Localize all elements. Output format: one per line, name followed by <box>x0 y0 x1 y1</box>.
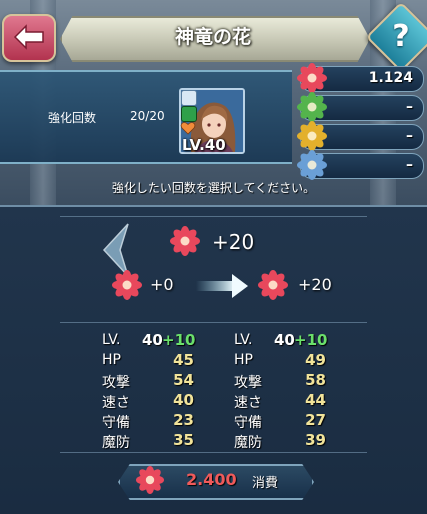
cost-amount: 2.400 <box>186 470 237 489</box>
dragonflower-red-icon <box>170 226 200 256</box>
divider <box>60 322 367 323</box>
enhance-count-value: 20/20 <box>130 109 165 123</box>
stat-value: 44 <box>305 391 326 409</box>
stat-label: 攻撃 <box>234 375 262 391</box>
stat-value: 58 <box>305 371 326 389</box>
cost-label: 消費 <box>252 476 279 491</box>
dragonflower-red-icon <box>136 466 164 494</box>
currency-row: – <box>300 153 424 179</box>
level-bonus: +10 <box>294 331 328 349</box>
stat-label: 守備 <box>102 415 130 431</box>
stat-value: 35 <box>173 431 194 449</box>
stat-label: 魔防 <box>102 435 130 451</box>
stat-value: 40 <box>173 391 194 409</box>
heart-icon <box>180 120 196 136</box>
currency-value: – <box>406 128 413 144</box>
dragonflower-red-icon <box>297 63 327 93</box>
page-title: 神竜の花 <box>174 26 251 48</box>
help-icon[interactable]: ? <box>376 12 426 62</box>
dragonflower-red-icon <box>258 270 288 300</box>
stat-label: 速さ <box>234 395 262 411</box>
stat-label: 攻撃 <box>102 375 130 391</box>
dragonflower-green-icon <box>297 92 327 122</box>
currency-row: 1.124 <box>300 66 424 92</box>
level-bonus: +10 <box>162 331 196 349</box>
dragonflower-gold-icon <box>297 121 327 151</box>
level-label: LV. <box>102 332 121 348</box>
stat-value: 39 <box>305 431 326 449</box>
unit-level: LV.40 <box>182 136 226 154</box>
back-button[interactable] <box>2 14 56 62</box>
stat-value: 27 <box>305 411 326 429</box>
instruction-text: 強化したい回数を選択してください。 <box>111 181 316 195</box>
divider <box>60 452 367 453</box>
stat-label: 守備 <box>234 415 262 431</box>
divider <box>60 216 367 217</box>
before-amount: +0 <box>150 275 174 294</box>
currency-value: – <box>406 157 413 173</box>
stat-value: 54 <box>173 371 194 389</box>
stat-label: 速さ <box>102 395 130 411</box>
dragonflower-blue-icon <box>297 150 327 180</box>
stat-value: 23 <box>173 411 194 429</box>
currency-value: – <box>406 99 413 115</box>
after-amount: +20 <box>298 275 332 294</box>
back-arrow-icon <box>13 24 44 50</box>
stat-label: HP <box>102 352 121 368</box>
arrow-right-icon <box>196 274 248 298</box>
enhance-count-label: 強化回数 <box>48 111 97 125</box>
stat-value: 49 <box>305 351 326 369</box>
currency-row: – <box>300 95 424 121</box>
level-value: 40 <box>274 331 295 349</box>
dragonflower-red-icon <box>112 270 142 300</box>
level-label: LV. <box>234 332 253 348</box>
stat-label: HP <box>234 352 253 368</box>
currency-row: – <box>300 124 424 150</box>
currency-value: 1.124 <box>368 70 413 86</box>
level-value: 40 <box>142 331 163 349</box>
stat-label: 魔防 <box>234 435 262 451</box>
weapon-type-icon <box>181 90 197 106</box>
selected-amount: +20 <box>212 230 255 254</box>
stat-value: 45 <box>173 351 194 369</box>
